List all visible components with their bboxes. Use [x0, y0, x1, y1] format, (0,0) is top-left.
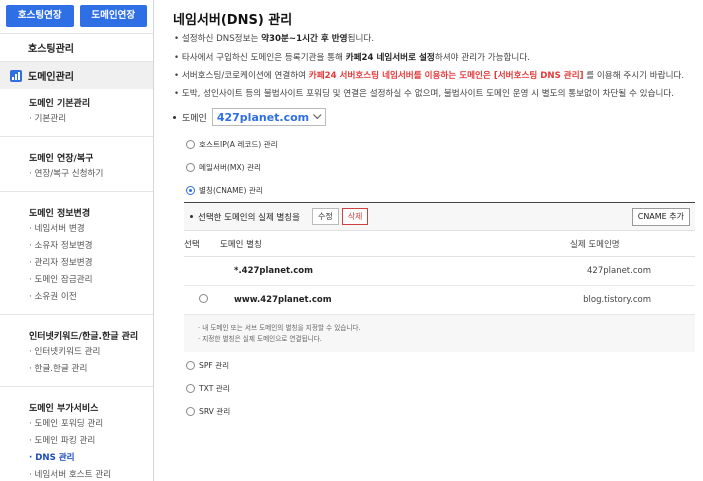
notice-line: • 도박, 성인사이트 등의 불법사이트 포워딩 및 연결은 설정하실 수 없으… — [174, 89, 675, 99]
submenu-item-keyword[interactable]: · 인터넷키워드 관리 — [29, 344, 153, 361]
edit-button[interactable]: 수정 — [311, 208, 339, 225]
delete-button[interactable]: 삭제 — [341, 208, 369, 225]
divider — [0, 386, 153, 387]
cname-heading: 선택한 도메인의 실제 별칭을 — [198, 212, 300, 223]
help-text: · 내 도메인 또는 서브 도메인의 별칭을 지정할 수 있습니다. · 지정한… — [184, 315, 695, 352]
radio-icon[interactable] — [186, 140, 195, 149]
radio-icon[interactable] — [186, 361, 195, 370]
submenu-item-dns[interactable]: · DNS 관리 — [29, 450, 153, 467]
submenu-item-owner[interactable]: · 소유자 정보변경 — [29, 238, 153, 255]
domain-label: 도메인 — [182, 113, 207, 124]
radio-label: SPF 관리 — [199, 361, 230, 370]
column-header-select: 선택 — [184, 239, 200, 250]
table-row: www.427planet.com blog.tistory.com — [184, 286, 695, 315]
divider — [0, 136, 153, 137]
radio-icon[interactable] — [186, 186, 195, 195]
column-header-alias: 도메인 별칭 — [220, 239, 262, 250]
submenu-item-hangul[interactable]: · 한글.한글 관리 — [29, 361, 153, 378]
radio-icon[interactable] — [186, 407, 195, 416]
group-title-addon: 도메인 부가서비스 — [29, 404, 99, 414]
group-title-info-change: 도메인 정보변경 — [29, 209, 91, 219]
radio-mx-record[interactable]: 메일서버(MX) 관리 — [186, 162, 261, 173]
chevron-down-icon — [313, 110, 322, 120]
notice-line: • 서버호스팅/코로케이션에 연결하여 카페24 서버호스팅 네임서버를 이용하… — [174, 71, 685, 81]
domain-selector-row: 도메인 427planet.com — [173, 108, 327, 126]
table-header: 선택 도메인 별칭 실제 도메인명 — [184, 231, 695, 257]
radio-a-record[interactable]: 호스트IP(A 레코드) 관리 — [186, 139, 278, 150]
submenu-item-admin[interactable]: · 관리자 정보변경 — [29, 255, 153, 272]
chart-icon — [10, 69, 22, 82]
radio-cname-record[interactable]: 별칭(CNAME) 관리 — [186, 185, 263, 196]
help-line: · 지정한 별칭은 실제 도메인으로 연결됩니다. — [198, 335, 322, 343]
submenu-item-ns-host[interactable]: · 네임서버 호스트 관리 — [29, 467, 153, 481]
alias-cell: *.427planet.com — [234, 266, 313, 276]
radio-icon[interactable] — [186, 163, 195, 172]
alias-cell: www.427planet.com — [234, 295, 332, 305]
radio-label: 메일서버(MX) 관리 — [199, 163, 262, 172]
cname-panel: 선택한 도메인의 실제 별칭을 수정 삭제 CNAME 추가 선택 도메인 별칭… — [184, 202, 695, 352]
sidebar-item-domain[interactable]: 도메인관리 — [0, 61, 153, 89]
sidebar-submenu: 도메인 기본관리 · 기본관리 도메인 연장/복구 · 연장/복구 신청하기 도… — [0, 96, 153, 481]
submenu-item-transfer[interactable]: · 소유권 이전 — [29, 289, 153, 306]
submenu-item-nameserver[interactable]: · 네임서버 변경 — [29, 221, 153, 238]
notice-line: • 타사에서 구입하신 도메인은 등록기관을 통해 카페24 네임서버로 설정하… — [174, 53, 530, 63]
radio-label: SRV 관리 — [199, 407, 231, 416]
submenu-item-parking[interactable]: · 도메인 파킹 관리 — [29, 433, 153, 450]
radio-icon[interactable] — [199, 294, 208, 303]
group-title-basic: 도메인 기본관리 — [29, 99, 91, 109]
sidebar-item-hosting[interactable]: 호스팅관리 — [0, 33, 153, 61]
domain-renew-button[interactable]: 도메인연장 — [79, 5, 147, 27]
radio-label: 별칭(CNAME) 관리 — [199, 186, 263, 195]
radio-label: TXT 관리 — [199, 384, 230, 393]
hosting-renew-button[interactable]: 호스팅연장 — [6, 5, 74, 27]
grid-icon — [10, 42, 22, 54]
real-domain-cell: 427planet.com — [587, 266, 651, 276]
column-header-real: 실제 도메인명 — [570, 239, 620, 250]
divider — [0, 191, 153, 192]
sidebar: 호스팅연장 도메인연장 호스팅관리 도메인관리 도메인 기본관리 · 기본관리 … — [0, 0, 154, 481]
cname-panel-header: 선택한 도메인의 실제 별칭을 수정 삭제 CNAME 추가 — [184, 203, 695, 231]
submenu-item-lock[interactable]: · 도메인 잠금관리 — [29, 272, 153, 289]
table-row: *.427planet.com 427planet.com — [184, 257, 695, 286]
radio-spf[interactable]: SPF 관리 — [186, 360, 229, 371]
row-select[interactable] — [184, 294, 220, 306]
divider — [0, 314, 153, 315]
submenu-item-renew[interactable]: · 연장/복구 신청하기 — [29, 166, 153, 183]
bullet-icon — [173, 115, 176, 119]
page-title: 네임서버(DNS) 관리 — [173, 13, 293, 28]
submenu-item-basic[interactable]: · 기본관리 — [29, 111, 153, 128]
bullet-icon — [190, 215, 193, 218]
radio-txt[interactable]: TXT 관리 — [186, 383, 230, 394]
add-cname-button[interactable]: CNAME 추가 — [631, 208, 690, 226]
help-line: · 내 도메인 또는 서브 도메인의 별칭을 지정할 수 있습니다. — [198, 324, 361, 332]
domain-select-value: 427planet.com — [216, 110, 310, 124]
radio-label: 호스트IP(A 레코드) 관리 — [199, 140, 278, 149]
submenu-item-forwarding[interactable]: · 도메인 포워딩 관리 — [29, 416, 153, 433]
sidebar-item-label: 도메인관리 — [28, 72, 74, 83]
sidebar-top-buttons: 호스팅연장 도메인연장 — [0, 0, 153, 33]
radio-srv[interactable]: SRV 관리 — [186, 406, 230, 417]
radio-icon[interactable] — [186, 384, 195, 393]
domain-select[interactable]: 427planet.com — [211, 108, 327, 126]
real-domain-cell: blog.tistory.com — [583, 295, 651, 305]
group-title-keyword: 인터넷키워드/한글.한글 관리 — [29, 332, 139, 342]
group-title-renew: 도메인 연장/복구 — [29, 154, 94, 164]
notice-line: • 설정하신 DNS정보는 약30분~1시간 후 반영됩니다. — [174, 34, 375, 44]
sidebar-item-label: 호스팅관리 — [28, 44, 74, 55]
